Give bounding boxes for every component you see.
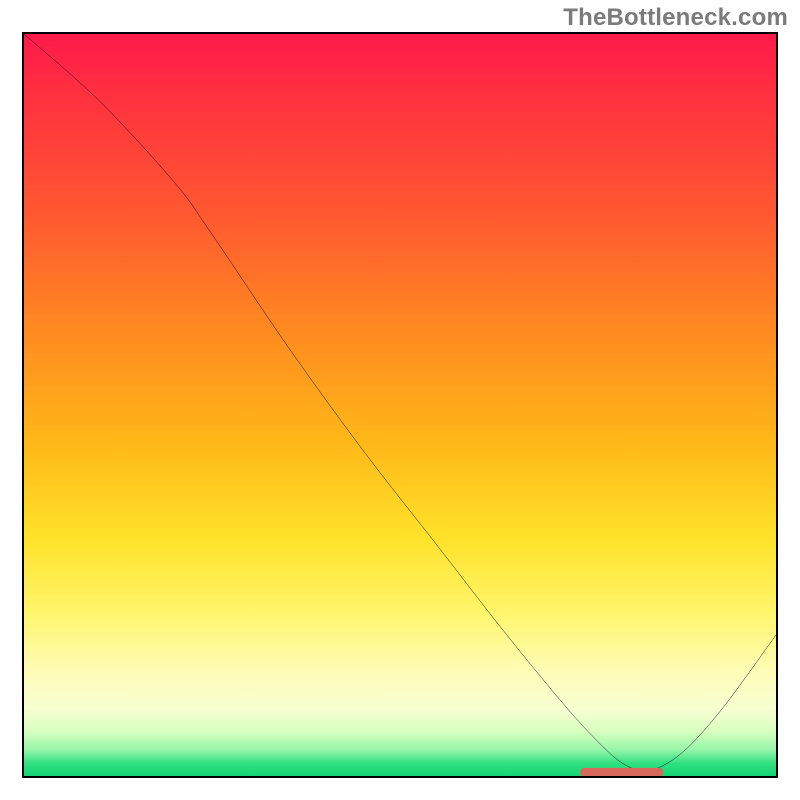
bottleneck-curve <box>24 34 776 776</box>
watermark-text: TheBottleneck.com <box>563 4 788 32</box>
plot-area <box>22 32 778 778</box>
chart-stage: TheBottleneck.com <box>0 0 800 800</box>
